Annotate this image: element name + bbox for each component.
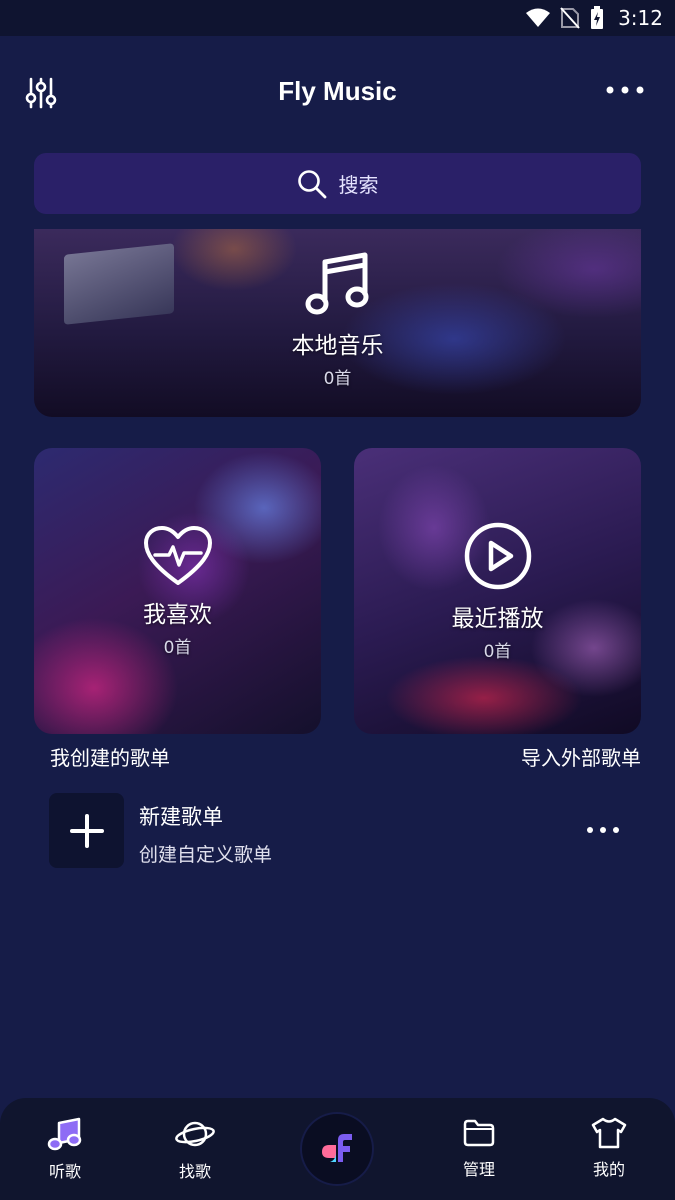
import-playlist-link[interactable]: 导入外部歌单: [521, 742, 641, 771]
music-note-icon: [47, 1117, 82, 1151]
background-laptop-art: [64, 243, 174, 325]
playlist-more-button[interactable]: [585, 822, 621, 838]
nav-manage[interactable]: 管理: [434, 1116, 524, 1180]
search-bar[interactable]: 搜索: [34, 153, 641, 214]
more-horizontal-icon: [587, 827, 619, 833]
recent-played-card[interactable]: 最近播放 0首: [354, 448, 641, 734]
favorites-title: 我喜欢: [143, 601, 212, 628]
battery-charging-icon: [591, 6, 604, 29]
nav-mine[interactable]: 我的: [564, 1116, 654, 1180]
my-created-playlists-label: 我创建的歌单: [50, 745, 170, 770]
play-circle-icon: [464, 522, 531, 589]
status-bar: 3:12: [0, 0, 675, 36]
add-playlist-tile[interactable]: [49, 793, 124, 868]
app-title: Fly Music: [278, 76, 397, 106]
nav-find[interactable]: 找歌: [150, 1116, 240, 1182]
nav-mine-label: 我的: [592, 1160, 625, 1179]
favorites-count: 0首: [163, 637, 192, 658]
recent-played-title: 最近播放: [451, 605, 544, 632]
now-playing-button[interactable]: [302, 1114, 372, 1184]
new-playlist-name: 新建歌单: [139, 805, 223, 829]
nav-listen[interactable]: 听歌: [20, 1116, 110, 1182]
status-time: 3:12: [618, 6, 663, 30]
header-more-button[interactable]: [605, 80, 645, 100]
recent-played-count: 0首: [483, 641, 512, 662]
local-music-title: 本地音乐: [291, 332, 384, 359]
favorites-card[interactable]: 我喜欢 0首: [34, 448, 321, 734]
folder-icon: [463, 1119, 495, 1147]
no-sim-icon: [560, 7, 580, 29]
search-icon: [297, 169, 326, 198]
planet-icon: [175, 1121, 215, 1147]
wifi-icon: [526, 8, 551, 27]
local-music-card[interactable]: 本地音乐 0首: [34, 229, 641, 417]
nav-listen-label: 听歌: [48, 1162, 81, 1181]
nav-find-label: 找歌: [178, 1162, 211, 1181]
fly-music-logo-icon: [322, 1134, 352, 1162]
tshirt-icon: [591, 1117, 627, 1149]
nav-manage-label: 管理: [462, 1160, 495, 1179]
new-playlist-desc: 创建自定义歌单: [139, 844, 273, 866]
bottom-nav: 听歌 找歌 管理 我的: [0, 1098, 675, 1200]
app-header: Fly Music: [0, 60, 675, 126]
local-music-count: 0首: [323, 368, 352, 389]
more-horizontal-icon: [606, 86, 644, 94]
playlist-section-header: 我创建的歌单 导入外部歌单: [50, 741, 641, 771]
plus-icon: [69, 813, 104, 848]
heart-pulse-icon: [143, 525, 212, 585]
search-placeholder: 搜索: [338, 173, 379, 197]
new-playlist-item[interactable]: 新建歌单 创建自定义歌单: [49, 793, 641, 868]
music-note-icon: [305, 252, 368, 314]
